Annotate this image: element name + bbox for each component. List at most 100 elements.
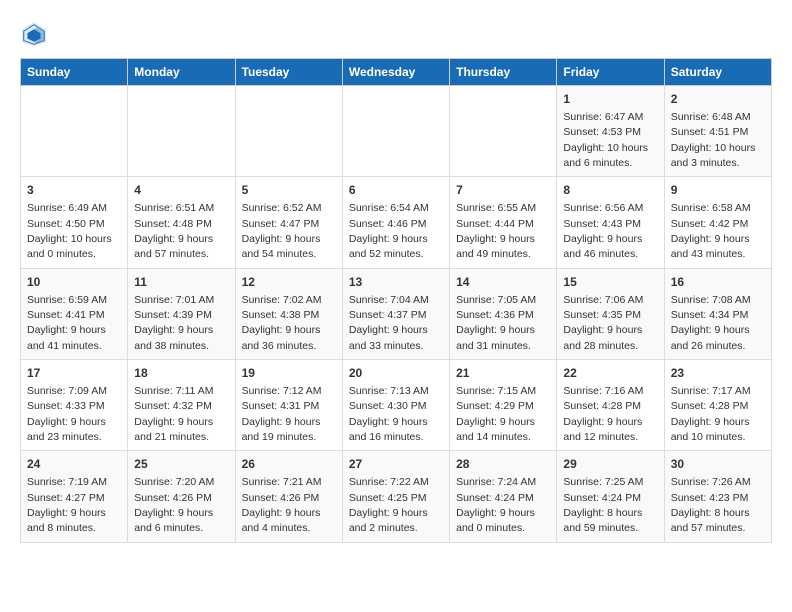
calendar-cell: 22 Sunrise: 7:16 AM Sunset: 4:28 PM Dayli… — [557, 360, 664, 451]
calendar-cell: 8 Sunrise: 6:56 AM Sunset: 4:43 PM Daylig… — [557, 177, 664, 268]
day-info: Sunrise: 7:02 AM Sunset: 4:38 PM Dayligh… — [242, 294, 322, 352]
logo-icon — [20, 20, 48, 48]
calendar-row-1: 3 Sunrise: 6:49 AM Sunset: 4:50 PM Daylig… — [21, 177, 772, 268]
calendar-cell: 25 Sunrise: 7:20 AM Sunset: 4:26 PM Dayli… — [128, 451, 235, 542]
day-number: 11 — [134, 274, 228, 291]
calendar-table: SundayMondayTuesdayWednesdayThursdayFrid… — [20, 58, 772, 543]
calendar-row-4: 24 Sunrise: 7:19 AM Sunset: 4:27 PM Dayli… — [21, 451, 772, 542]
day-info: Sunrise: 6:58 AM Sunset: 4:42 PM Dayligh… — [671, 202, 751, 260]
day-info: Sunrise: 7:04 AM Sunset: 4:37 PM Dayligh… — [349, 294, 429, 352]
calendar-cell: 10Sunrise: 6:59 AM Sunset: 4:41 PM Dayli… — [21, 268, 128, 359]
calendar-cell: 12Sunrise: 7:02 AM Sunset: 4:38 PM Dayli… — [235, 268, 342, 359]
day-info: Sunrise: 7:26 AM Sunset: 4:23 PM Dayligh… — [671, 476, 751, 534]
day-number: 25 — [134, 456, 228, 473]
calendar-cell: 27 Sunrise: 7:22 AM Sunset: 4:25 PM Dayli… — [342, 451, 449, 542]
day-number: 6 — [349, 182, 443, 199]
day-number: 17 — [27, 365, 121, 382]
header-wednesday: Wednesday — [342, 59, 449, 86]
day-info: Sunrise: 7:05 AM Sunset: 4:36 PM Dayligh… — [456, 294, 536, 352]
calendar-cell: 11 Sunrise: 7:01 AM Sunset: 4:39 PM Dayli… — [128, 268, 235, 359]
logo — [20, 20, 52, 48]
calendar-cell: 15 Sunrise: 7:06 AM Sunset: 4:35 PM Dayli… — [557, 268, 664, 359]
day-info: Sunrise: 7:16 AM Sunset: 4:28 PM Dayligh… — [563, 385, 643, 443]
calendar-cell: 21 Sunrise: 7:15 AM Sunset: 4:29 PM Dayli… — [450, 360, 557, 451]
day-number: 29 — [563, 456, 657, 473]
day-number: 27 — [349, 456, 443, 473]
day-number: 28 — [456, 456, 550, 473]
day-number: 20 — [349, 365, 443, 382]
day-info: Sunrise: 7:19 AM Sunset: 4:27 PM Dayligh… — [27, 476, 107, 534]
calendar-row-3: 17 Sunrise: 7:09 AM Sunset: 4:33 PM Dayli… — [21, 360, 772, 451]
calendar-cell: 26Sunrise: 7:21 AM Sunset: 4:26 PM Dayli… — [235, 451, 342, 542]
day-info: Sunrise: 6:52 AM Sunset: 4:47 PM Dayligh… — [242, 202, 322, 260]
calendar-cell: 9 Sunrise: 6:58 AM Sunset: 4:42 PM Daylig… — [664, 177, 771, 268]
header-friday: Friday — [557, 59, 664, 86]
day-number: 23 — [671, 365, 765, 382]
day-info: Sunrise: 7:08 AM Sunset: 4:34 PM Dayligh… — [671, 294, 751, 352]
day-number: 21 — [456, 365, 550, 382]
day-number: 2 — [671, 91, 765, 108]
calendar-cell: 17 Sunrise: 7:09 AM Sunset: 4:33 PM Dayli… — [21, 360, 128, 451]
day-info: Sunrise: 7:15 AM Sunset: 4:29 PM Dayligh… — [456, 385, 536, 443]
calendar-cell: 23 Sunrise: 7:17 AM Sunset: 4:28 PM Dayli… — [664, 360, 771, 451]
calendar-row-0: 1Sunrise: 6:47 AM Sunset: 4:53 PM Daylig… — [21, 86, 772, 177]
day-info: Sunrise: 7:12 AM Sunset: 4:31 PM Dayligh… — [242, 385, 322, 443]
calendar-cell: 18Sunrise: 7:11 AM Sunset: 4:32 PM Dayli… — [128, 360, 235, 451]
day-info: Sunrise: 7:22 AM Sunset: 4:25 PM Dayligh… — [349, 476, 429, 534]
calendar-cell: 13 Sunrise: 7:04 AM Sunset: 4:37 PM Dayli… — [342, 268, 449, 359]
calendar-cell: 24 Sunrise: 7:19 AM Sunset: 4:27 PM Dayli… — [21, 451, 128, 542]
calendar-cell: 3 Sunrise: 6:49 AM Sunset: 4:50 PM Daylig… — [21, 177, 128, 268]
calendar-cell: 16 Sunrise: 7:08 AM Sunset: 4:34 PM Dayli… — [664, 268, 771, 359]
calendar-cell — [235, 86, 342, 177]
day-info: Sunrise: 7:20 AM Sunset: 4:26 PM Dayligh… — [134, 476, 214, 534]
day-number: 3 — [27, 182, 121, 199]
calendar-row-2: 10Sunrise: 6:59 AM Sunset: 4:41 PM Dayli… — [21, 268, 772, 359]
day-info: Sunrise: 6:54 AM Sunset: 4:46 PM Dayligh… — [349, 202, 429, 260]
calendar-cell — [21, 86, 128, 177]
calendar-cell: 29 Sunrise: 7:25 AM Sunset: 4:24 PM Dayli… — [557, 451, 664, 542]
day-info: Sunrise: 6:51 AM Sunset: 4:48 PM Dayligh… — [134, 202, 214, 260]
calendar-cell: 14Sunrise: 7:05 AM Sunset: 4:36 PM Dayli… — [450, 268, 557, 359]
day-number: 1 — [563, 91, 657, 108]
day-info: Sunrise: 7:01 AM Sunset: 4:39 PM Dayligh… — [134, 294, 214, 352]
day-info: Sunrise: 7:25 AM Sunset: 4:24 PM Dayligh… — [563, 476, 643, 534]
calendar-cell — [128, 86, 235, 177]
day-number: 10 — [27, 274, 121, 291]
day-number: 30 — [671, 456, 765, 473]
day-info: Sunrise: 7:11 AM Sunset: 4:32 PM Dayligh… — [134, 385, 213, 443]
calendar-cell: 20 Sunrise: 7:13 AM Sunset: 4:30 PM Dayli… — [342, 360, 449, 451]
calendar-cell: 19 Sunrise: 7:12 AM Sunset: 4:31 PM Dayli… — [235, 360, 342, 451]
day-number: 24 — [27, 456, 121, 473]
header-monday: Monday — [128, 59, 235, 86]
header-thursday: Thursday — [450, 59, 557, 86]
day-info: Sunrise: 6:49 AM Sunset: 4:50 PM Dayligh… — [27, 202, 112, 260]
day-number: 5 — [242, 182, 336, 199]
day-info: Sunrise: 7:13 AM Sunset: 4:30 PM Dayligh… — [349, 385, 429, 443]
day-info: Sunrise: 6:56 AM Sunset: 4:43 PM Dayligh… — [563, 202, 643, 260]
header-row: SundayMondayTuesdayWednesdayThursdayFrid… — [21, 59, 772, 86]
day-info: Sunrise: 7:09 AM Sunset: 4:33 PM Dayligh… — [27, 385, 107, 443]
day-number: 4 — [134, 182, 228, 199]
day-number: 9 — [671, 182, 765, 199]
day-number: 22 — [563, 365, 657, 382]
calendar-cell: 1Sunrise: 6:47 AM Sunset: 4:53 PM Daylig… — [557, 86, 664, 177]
page-header — [20, 20, 772, 48]
calendar-cell — [450, 86, 557, 177]
day-info: Sunrise: 6:55 AM Sunset: 4:44 PM Dayligh… — [456, 202, 536, 260]
day-number: 19 — [242, 365, 336, 382]
calendar-cell: 4 Sunrise: 6:51 AM Sunset: 4:48 PM Daylig… — [128, 177, 235, 268]
calendar-cell: 5 Sunrise: 6:52 AM Sunset: 4:47 PM Daylig… — [235, 177, 342, 268]
calendar-cell: 28Sunrise: 7:24 AM Sunset: 4:24 PM Dayli… — [450, 451, 557, 542]
day-number: 15 — [563, 274, 657, 291]
header-saturday: Saturday — [664, 59, 771, 86]
day-number: 26 — [242, 456, 336, 473]
calendar-cell: 2Sunrise: 6:48 AM Sunset: 4:51 PM Daylig… — [664, 86, 771, 177]
day-number: 13 — [349, 274, 443, 291]
calendar-cell: 7Sunrise: 6:55 AM Sunset: 4:44 PM Daylig… — [450, 177, 557, 268]
day-number: 8 — [563, 182, 657, 199]
calendar-cell — [342, 86, 449, 177]
day-info: Sunrise: 7:06 AM Sunset: 4:35 PM Dayligh… — [563, 294, 643, 352]
day-info: Sunrise: 7:17 AM Sunset: 4:28 PM Dayligh… — [671, 385, 751, 443]
day-number: 16 — [671, 274, 765, 291]
header-sunday: Sunday — [21, 59, 128, 86]
